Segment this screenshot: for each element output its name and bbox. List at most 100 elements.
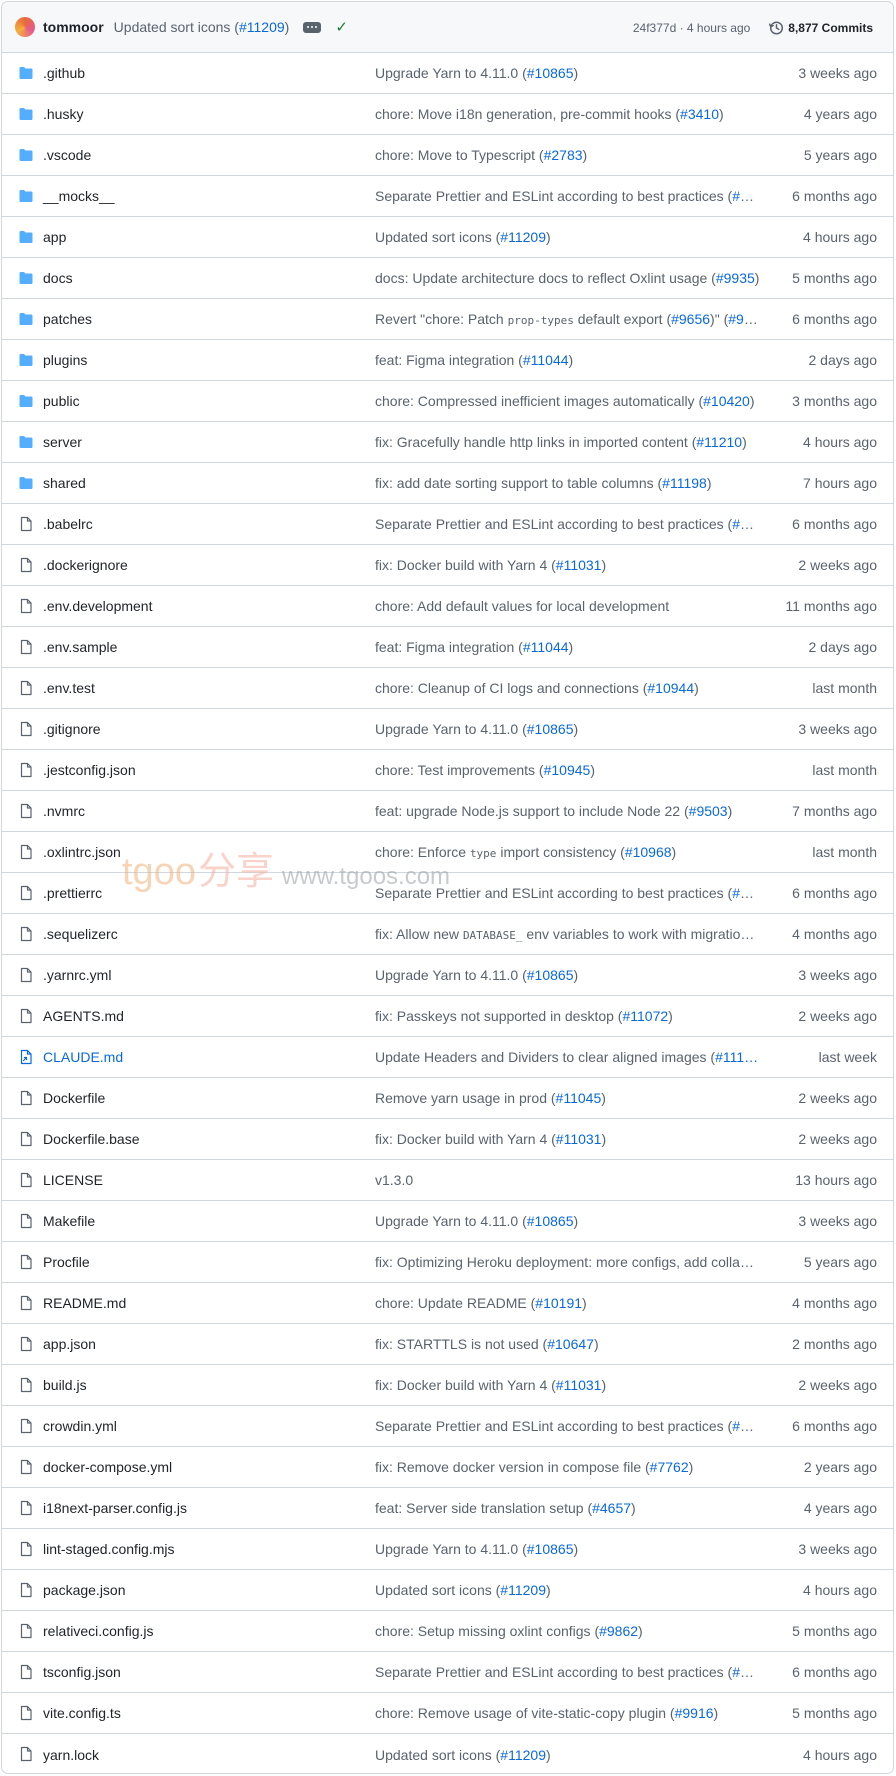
file-row[interactable]: .sequelizerc fix: Allow new DATABASE_ env… <box>2 914 893 955</box>
file-name-link[interactable]: docs <box>43 270 73 286</box>
file-commit-message[interactable]: feat: upgrade Node.js support to include… <box>375 803 761 819</box>
file-commit-age[interactable]: 4 months ago <box>792 1295 877 1311</box>
file-row[interactable]: app Updated sort icons (#11209) 4 hours ag… <box>2 217 893 258</box>
file-commit-age[interactable]: last month <box>812 680 877 696</box>
file-commit-message[interactable]: Separate Prettier and ESLint according t… <box>375 1664 761 1680</box>
file-commit-age[interactable]: 3 weeks ago <box>798 1541 877 1557</box>
file-name-link[interactable]: i18next-parser.config.js <box>43 1500 187 1516</box>
file-commit-message[interactable]: chore: Move i18n generation, pre-commit … <box>375 106 761 122</box>
file-row[interactable]: yarn.lock Updated sort icons (#11209) 4 ho… <box>2 1734 893 1773</box>
file-name-link[interactable]: lint-staged.config.mjs <box>43 1541 175 1557</box>
file-commit-age[interactable]: 2 days ago <box>809 639 878 655</box>
file-commit-age[interactable]: 5 months ago <box>792 1623 877 1639</box>
file-name-link[interactable]: .env.development <box>43 598 152 614</box>
pr-link[interactable]: #11209 <box>500 229 546 245</box>
file-row[interactable]: app.json fix: STARTTLS is not used (#1064… <box>2 1324 893 1365</box>
pr-link[interactable]: #2783 <box>544 147 583 163</box>
file-commit-message[interactable]: fix: STARTTLS is not used (#10647) <box>375 1336 761 1352</box>
file-commit-message[interactable]: fix: Remove docker version in compose fi… <box>375 1459 761 1475</box>
file-commit-age[interactable]: 2 months ago <box>792 1336 877 1352</box>
file-row[interactable]: .husky chore: Move i18n generation, pre-c… <box>2 94 893 135</box>
file-commit-message[interactable]: fix: Passkeys not supported in desktop (… <box>375 1008 761 1024</box>
file-row[interactable]: docs docs: Update architecture docs to re… <box>2 258 893 299</box>
pr-link[interactable]: #10865 <box>527 967 574 983</box>
file-name-link[interactable]: .env.test <box>43 680 95 696</box>
file-name-link[interactable]: AGENTS.md <box>43 1008 124 1024</box>
file-row[interactable]: __mocks__ Separate Prettier and ESLint ac… <box>2 176 893 217</box>
file-row[interactable]: .nvmrc feat: upgrade Node.js support to i… <box>2 791 893 832</box>
file-name-link[interactable]: plugins <box>43 352 87 368</box>
file-name-link[interactable]: .vscode <box>43 147 91 163</box>
pr-link[interactable]: #4657 <box>592 1500 631 1516</box>
file-commit-message[interactable]: Revert "chore: Patch prop-types default … <box>375 311 761 327</box>
file-name-link[interactable]: app.json <box>43 1336 96 1352</box>
file-commit-age[interactable]: 3 months ago <box>792 393 877 409</box>
pr-link[interactable]: #10865 <box>527 65 574 81</box>
file-row[interactable]: .env.test chore: Cleanup of CI logs and c… <box>2 668 893 709</box>
pr-link[interactable]: #9862 <box>599 1623 638 1639</box>
file-name-link[interactable]: patches <box>43 311 92 327</box>
file-commit-message[interactable]: Updated sort icons (#11209) <box>375 229 761 245</box>
file-commit-age[interactable]: 5 months ago <box>792 270 877 286</box>
pr-link[interactable]: #11209 <box>500 1582 546 1598</box>
pr-link[interactable]: #11044 <box>523 639 569 655</box>
pr-link[interactable]: #11031 <box>556 557 602 573</box>
pr-link[interactable]: #10647 <box>547 1336 594 1352</box>
file-name-link[interactable]: docker-compose.yml <box>43 1459 172 1475</box>
file-row[interactable]: public chore: Compressed inefficient imag… <box>2 381 893 422</box>
pr-link[interactable]: #95… <box>732 885 761 901</box>
pr-link[interactable]: #11072 <box>622 1008 668 1024</box>
file-name-link[interactable]: .babelrc <box>43 516 93 532</box>
pr-link[interactable]: #10865 <box>527 721 574 737</box>
file-commit-message[interactable]: chore: Remove usage of vite-static-copy … <box>375 1705 761 1721</box>
file-row[interactable]: Dockerfile Remove yarn usage in prod (#11… <box>2 1078 893 1119</box>
file-row[interactable]: Dockerfile.base fix: Docker build with Ya… <box>2 1119 893 1160</box>
pr-link[interactable]: #3410 <box>680 106 719 122</box>
pr-link[interactable]: #95… <box>732 1664 761 1680</box>
file-name-link[interactable]: .gitignore <box>43 721 101 737</box>
file-name-link[interactable]: .prettierrc <box>43 885 102 901</box>
file-name-link[interactable]: package.json <box>43 1582 126 1598</box>
file-commit-age[interactable]: 6 months ago <box>792 516 877 532</box>
file-commit-age[interactable]: 6 months ago <box>792 188 877 204</box>
file-name-link[interactable]: relativeci.config.js <box>43 1623 154 1639</box>
file-commit-age[interactable]: 6 months ago <box>792 885 877 901</box>
file-commit-message[interactable]: chore: Add default values for local deve… <box>375 598 761 614</box>
file-name-link[interactable]: crowdin.yml <box>43 1418 117 1434</box>
file-commit-age[interactable]: 3 weeks ago <box>798 967 877 983</box>
file-row[interactable]: relativeci.config.js chore: Setup missing… <box>2 1611 893 1652</box>
file-row[interactable]: server fix: Gracefully handle http links … <box>2 422 893 463</box>
file-commit-message[interactable]: Updated sort icons (#11209) <box>375 1582 761 1598</box>
pr-link[interactable]: #96… <box>728 311 761 327</box>
file-name-link[interactable]: .jestconfig.json <box>43 762 136 778</box>
file-name-link[interactable]: .dockerignore <box>43 557 128 573</box>
file-name-link[interactable]: shared <box>43 475 86 491</box>
file-commit-message[interactable]: feat: Server side translation setup (#46… <box>375 1500 761 1516</box>
file-commit-message[interactable]: fix: Docker build with Yarn 4 (#11031) <box>375 1377 761 1393</box>
commit-message[interactable]: Updated sort icons (#11209) <box>114 19 290 35</box>
file-commit-age[interactable]: 6 months ago <box>792 311 877 327</box>
file-name-link[interactable]: Dockerfile.base <box>43 1131 140 1147</box>
pr-link[interactable]: #9916 <box>675 1705 714 1721</box>
file-commit-age[interactable]: last month <box>812 762 877 778</box>
file-commit-message[interactable]: Separate Prettier and ESLint according t… <box>375 188 761 204</box>
file-name-link[interactable]: CLAUDE.md <box>43 1049 123 1065</box>
file-row[interactable]: .env.sample feat: Figma integration (#110… <box>2 627 893 668</box>
file-commit-age[interactable]: 3 weeks ago <box>798 721 877 737</box>
file-row[interactable]: .dockerignore fix: Docker build with Yarn… <box>2 545 893 586</box>
file-row[interactable]: crowdin.yml Separate Prettier and ESLint … <box>2 1406 893 1447</box>
file-commit-age[interactable]: 5 years ago <box>804 1254 877 1270</box>
file-commit-message[interactable]: feat: Figma integration (#11044) <box>375 639 761 655</box>
commit-pr-link[interactable]: #11209 <box>239 19 285 35</box>
file-commit-message[interactable]: feat: Figma integration (#11044) <box>375 352 761 368</box>
pr-link[interactable]: #10945 <box>544 762 591 778</box>
pr-link[interactable]: #10420 <box>703 393 750 409</box>
pr-link[interactable]: #111… <box>715 1049 758 1065</box>
file-commit-message[interactable]: fix: Allow new DATABASE_ env variables t… <box>375 926 761 942</box>
file-commit-message[interactable]: fix: Docker build with Yarn 4 (#11031) <box>375 557 761 573</box>
file-commit-age[interactable]: 2 days ago <box>809 352 878 368</box>
file-row[interactable]: CLAUDE.md Update Headers and Dividers to … <box>2 1037 893 1078</box>
file-commit-message[interactable]: v1.3.0 <box>375 1172 761 1188</box>
file-name-link[interactable]: .oxlintrc.json <box>43 844 121 860</box>
file-commit-age[interactable]: 3 weeks ago <box>798 65 877 81</box>
